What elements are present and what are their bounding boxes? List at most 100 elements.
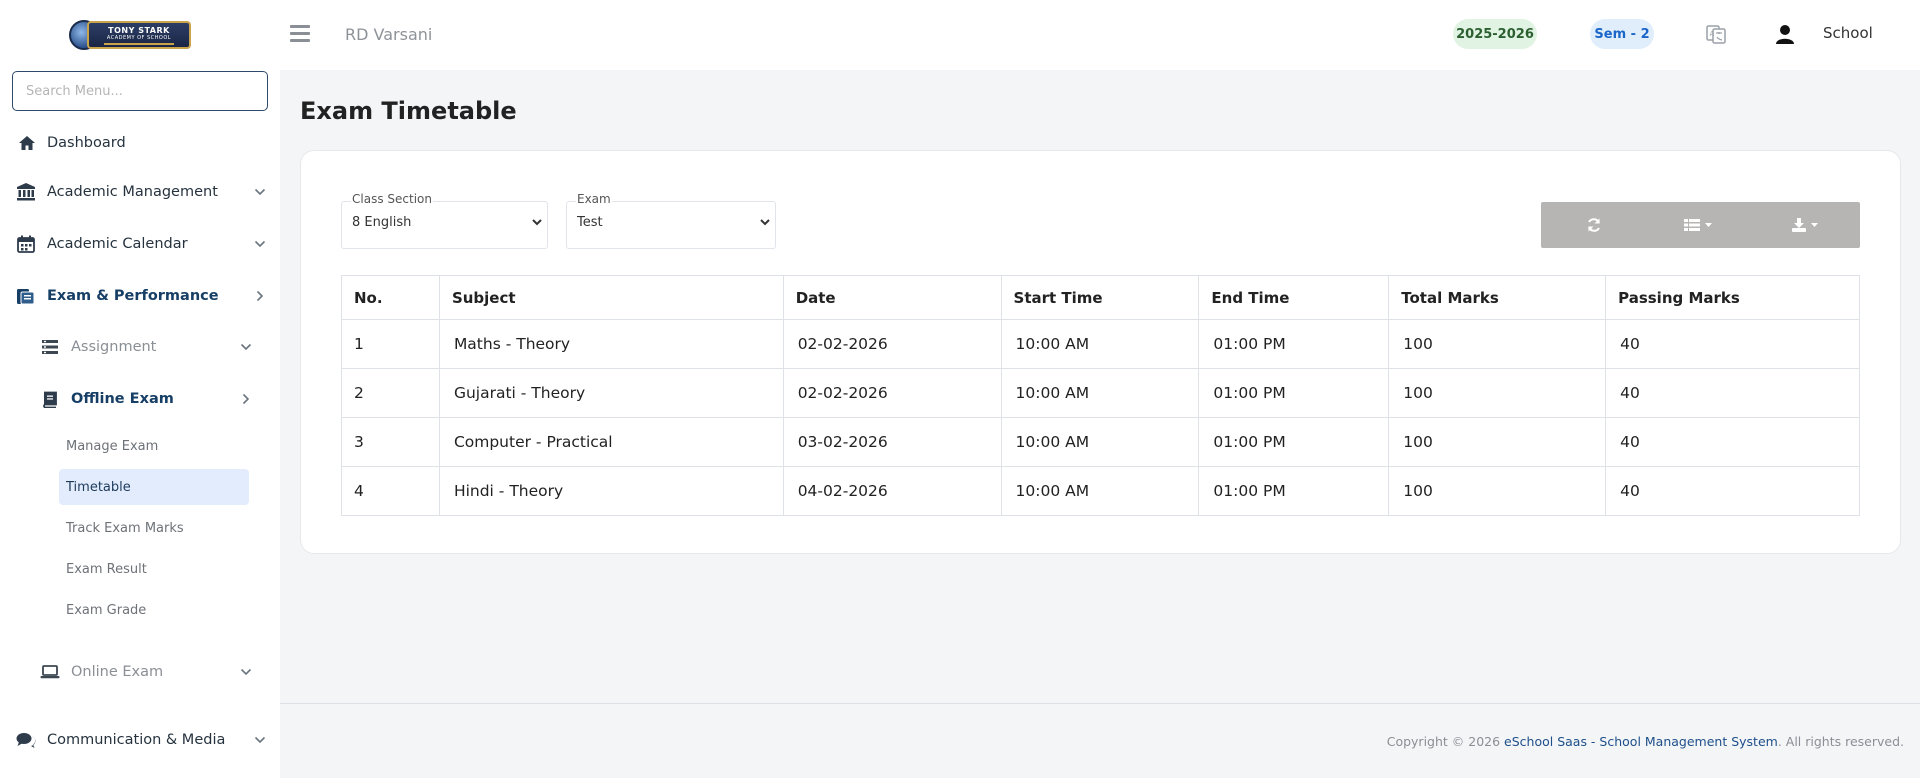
sidebar-subitem-manage-exam[interactable]: Manage Exam	[59, 428, 249, 464]
class-section-label: Class Section	[351, 192, 433, 206]
chevron-down-icon	[254, 188, 266, 196]
topbar: RD Varsani 2025-2026 Sem - 2 A School	[280, 0, 1920, 70]
sidebar-item-assignment[interactable]: Assignment	[0, 327, 280, 367]
refresh-button[interactable]	[1541, 202, 1647, 248]
table-row: 4 Hindi - Theory 04-02-2026 10:00 AM 01:…	[341, 466, 1860, 516]
menu-toggle-icon[interactable]	[290, 25, 310, 43]
sidebar-item-academic-calendar[interactable]: Academic Calendar	[0, 224, 280, 264]
laptop-icon	[39, 663, 61, 681]
cell-no: 2	[341, 368, 440, 418]
sidebar-subitem-timetable[interactable]: Timetable	[59, 469, 249, 505]
col-header-start-time[interactable]: Start Time	[1000, 275, 1200, 320]
school-logo[interactable]: TONY STARK ACADEMY OF SCHOOL	[69, 17, 191, 53]
refresh-icon	[1588, 218, 1601, 232]
chevron-down-icon	[240, 668, 252, 676]
home-icon	[16, 134, 38, 152]
copyright-suffix: . All rights reserved.	[1777, 734, 1904, 749]
session-year-badge[interactable]: 2025-2026	[1453, 19, 1537, 49]
eschool-link[interactable]: eSchool Saas - School Management System	[1504, 734, 1778, 749]
cell-subject: Maths - Theory	[438, 319, 784, 369]
sidebar-item-communication-media[interactable]: Communication & Media	[0, 720, 280, 760]
timetable-table: No. Subject Date Start Time End Time Tot…	[341, 275, 1860, 516]
cell-total-marks: 100	[1388, 466, 1607, 516]
cell-end-time: 01:00 PM	[1198, 368, 1390, 418]
svg-text:A: A	[1710, 30, 1715, 38]
sidebar-item-exam-performance[interactable]: Exam & Performance	[0, 276, 280, 316]
user-menu-label[interactable]: School	[1823, 24, 1873, 42]
table-header-row: No. Subject Date Start Time End Time Tot…	[341, 275, 1860, 320]
sidebar-label-academic-management: Academic Management	[47, 184, 218, 200]
download-icon	[1791, 218, 1818, 232]
columns-toggle-button[interactable]	[1647, 202, 1753, 248]
sidebar-item-offline-exam[interactable]: Offline Exam	[0, 379, 280, 419]
chevron-right-icon	[242, 393, 250, 405]
class-section-select[interactable]: 8 English	[348, 214, 545, 231]
sidebar-subitem-exam-result[interactable]: Exam Result	[59, 551, 249, 587]
calendar-icon	[15, 235, 37, 253]
cell-date: 02-02-2026	[782, 319, 1002, 369]
sidebar-subitem-track-exam-marks[interactable]: Track Exam Marks	[59, 510, 249, 546]
cell-start-time: 10:00 AM	[1000, 368, 1200, 418]
cell-no: 1	[341, 319, 440, 369]
cell-end-time: 01:00 PM	[1198, 466, 1390, 516]
cell-end-time: 01:00 PM	[1198, 417, 1390, 467]
cell-subject: Hindi - Theory	[438, 466, 784, 516]
book-icon	[39, 390, 61, 408]
chevron-down-icon	[254, 240, 266, 248]
col-header-no[interactable]: No.	[341, 275, 440, 320]
sidebar: TONY STARK ACADEMY OF SCHOOL Dashboard A…	[0, 0, 280, 778]
cell-passing-marks: 40	[1605, 319, 1860, 369]
cell-date: 04-02-2026	[782, 466, 1002, 516]
col-header-date[interactable]: Date	[782, 275, 1002, 320]
cell-total-marks: 100	[1388, 368, 1607, 418]
cell-start-time: 10:00 AM	[1000, 417, 1200, 467]
semester-badge[interactable]: Sem - 2	[1590, 19, 1654, 49]
cell-no: 3	[341, 417, 440, 467]
class-section-field: Class Section 8 English	[341, 192, 548, 249]
sidebar-label-academic-calendar: Academic Calendar	[47, 236, 188, 252]
exam-field: Exam Test	[566, 192, 776, 249]
school-name: RD Varsani	[345, 25, 433, 44]
sidebar-label-online-exam: Online Exam	[71, 664, 164, 680]
logo-underline	[104, 42, 174, 45]
table-row: 1 Maths - Theory 02-02-2026 10:00 AM 01:…	[341, 319, 1860, 369]
assignment-list-icon	[39, 338, 61, 356]
sidebar-label-offline-exam: Offline Exam	[71, 391, 174, 407]
user-icon[interactable]	[1774, 23, 1796, 45]
table-row: 2 Gujarati - Theory 02-02-2026 10:00 AM …	[341, 368, 1860, 418]
sidebar-label-assignment: Assignment	[71, 339, 157, 355]
chat-bubbles-icon	[15, 731, 37, 749]
exam-select[interactable]: Test	[573, 214, 773, 231]
copyright-prefix: Copyright © 2026	[1386, 734, 1505, 749]
col-header-total-marks[interactable]: Total Marks	[1388, 275, 1607, 320]
logo-line1: TONY STARK	[108, 25, 170, 35]
col-header-subject[interactable]: Subject	[438, 275, 784, 320]
sidebar-subitem-exam-grade[interactable]: Exam Grade	[59, 592, 249, 628]
chevron-down-icon	[240, 343, 252, 351]
cell-subject: Gujarati - Theory	[438, 368, 784, 418]
col-header-end-time[interactable]: End Time	[1198, 275, 1390, 320]
sidebar-label-dashboard: Dashboard	[47, 135, 126, 151]
page-title: Exam Timetable	[300, 97, 517, 125]
sidebar-item-dashboard[interactable]: Dashboard	[0, 123, 280, 163]
list-columns-icon	[1684, 219, 1713, 231]
chevron-right-icon	[256, 290, 264, 302]
search-menu-input[interactable]	[12, 71, 268, 111]
cell-date: 02-02-2026	[782, 368, 1002, 418]
language-translate-icon[interactable]: A	[1705, 23, 1727, 45]
cell-date: 03-02-2026	[782, 417, 1002, 467]
timetable-card: Class Section 8 English Exam Test No. Su…	[300, 150, 1901, 554]
cell-subject: Computer - Practical	[438, 417, 784, 467]
export-button[interactable]	[1754, 202, 1860, 248]
col-header-passing-marks[interactable]: Passing Marks	[1605, 275, 1860, 320]
exam-label: Exam	[576, 192, 612, 206]
copyright-text: Copyright © 2026 eSchool Saas - School M…	[1387, 734, 1904, 749]
cell-passing-marks: 40	[1605, 466, 1860, 516]
sidebar-item-online-exam[interactable]: Online Exam	[0, 652, 280, 692]
table-row: 3 Computer - Practical 03-02-2026 10:00 …	[341, 417, 1860, 467]
cell-total-marks: 100	[1388, 319, 1607, 369]
logo-band: TONY STARK ACADEMY OF SCHOOL	[87, 21, 191, 49]
sidebar-item-academic-management[interactable]: Academic Management	[0, 172, 280, 212]
cell-start-time: 10:00 AM	[1000, 319, 1200, 369]
table-toolbar	[1541, 202, 1860, 248]
